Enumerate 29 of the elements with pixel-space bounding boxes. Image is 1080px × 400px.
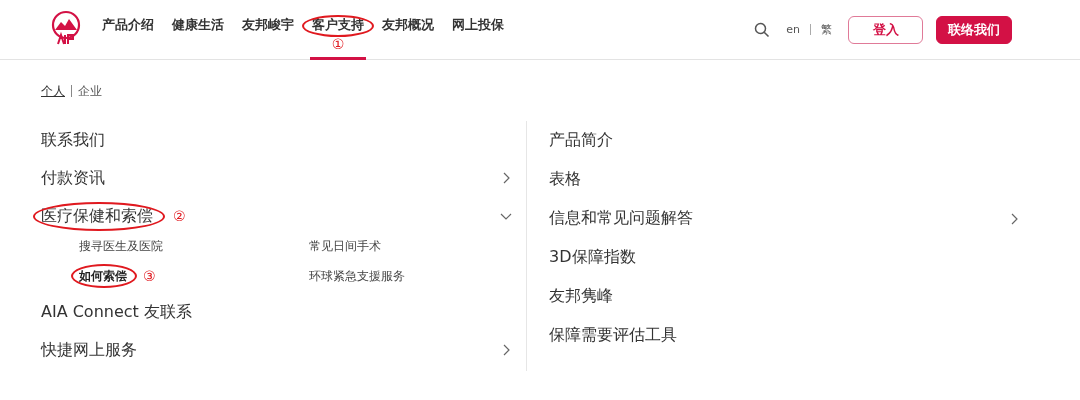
nav-link[interactable]: 网上投保 — [450, 0, 506, 60]
menu-link[interactable]: 信息和常见问题解答 — [549, 208, 693, 229]
menu-link[interactable]: 医疗保健和索偿 — [41, 205, 153, 227]
contact-button[interactable]: 联络我们 — [936, 15, 1012, 44]
nav-link[interactable]: 友邦峻宇 — [240, 0, 296, 60]
submenu-link[interactable]: 如何索偿 — [79, 267, 127, 285]
submenu-link[interactable]: 常见日间手术 — [309, 237, 381, 255]
annotation-number: ② — [173, 208, 186, 224]
audience-tab[interactable]: 企业 — [78, 82, 102, 100]
menu-link[interactable]: 3D保障指数 — [549, 247, 636, 268]
menu-link[interactable]: 保障需要评估工具 — [549, 325, 677, 346]
annotation-number: ① — [331, 35, 345, 52]
menu-link[interactable]: 付款资讯 — [41, 167, 105, 189]
nav-link[interactable]: 友邦概况 — [380, 0, 436, 60]
submenu-link[interactable]: 搜寻医生及医院 — [79, 237, 163, 255]
menu-link[interactable]: 表格 — [549, 169, 581, 190]
language-link[interactable]: en — [786, 23, 800, 36]
menu-link[interactable]: 产品简介 — [549, 130, 613, 151]
nav-link[interactable]: 健康生活 — [170, 0, 226, 60]
nav-link[interactable]: 产品介绍 — [100, 0, 156, 60]
login-button[interactable]: 登入 — [848, 15, 923, 44]
annotation-number: ③ — [143, 268, 156, 284]
language-link[interactable]: 繁 — [821, 22, 832, 37]
menu-link[interactable]: 快捷网上服务 — [41, 339, 137, 361]
submenu-link[interactable]: 环球紧急支援服务 — [309, 267, 405, 285]
menu-link[interactable]: 友邦隽峰 — [549, 286, 613, 307]
menu-link[interactable]: AIA Connect 友联系 — [41, 301, 192, 323]
menu-link[interactable]: 联系我们 — [41, 129, 105, 151]
audience-tab[interactable]: 个人 — [41, 82, 65, 100]
